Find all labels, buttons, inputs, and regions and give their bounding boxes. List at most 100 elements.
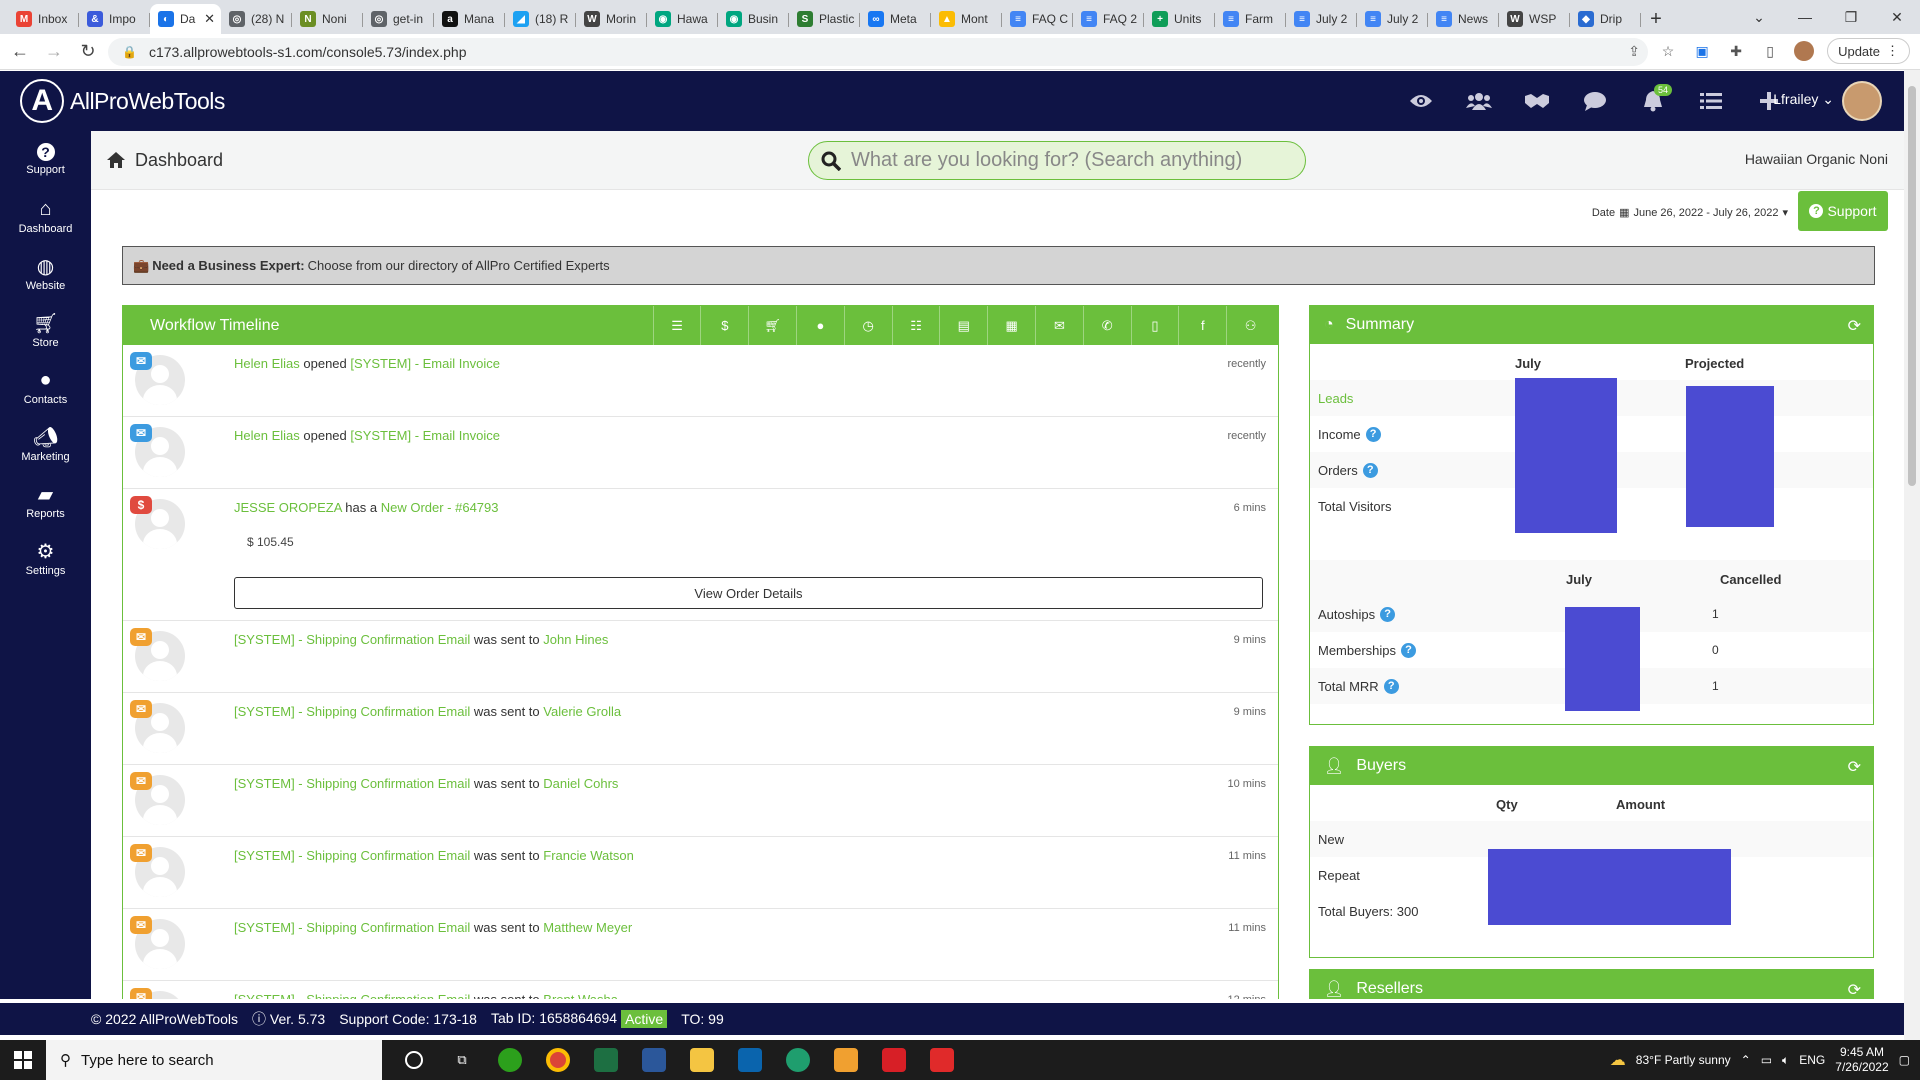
notification-center-icon[interactable]: ▢ (1899, 1053, 1910, 1067)
taskbar-search-input[interactable]: ⚲ Type here to search (46, 1040, 382, 1080)
help-icon[interactable]: ? (1383, 678, 1399, 694)
envelope-filter-icon[interactable]: ✉ (1035, 306, 1083, 345)
browser-tab[interactable]: ◎ (28) N (221, 4, 292, 34)
users-icon[interactable] (1464, 86, 1494, 116)
page-scrollbar[interactable] (1904, 70, 1920, 1080)
file-explorer-icon[interactable] (678, 1040, 726, 1080)
chat-icon[interactable] (1580, 86, 1610, 116)
sidebar-item-dashboard[interactable]: ⌂ Dashboard (0, 188, 91, 245)
help-icon[interactable]: ? (1401, 642, 1417, 658)
timeline-link[interactable]: Helen Elias (234, 428, 300, 443)
summary-row-label[interactable]: Leads (1318, 391, 1353, 406)
windows-start-icon[interactable] (0, 1040, 46, 1080)
phone-filter-icon[interactable]: ✆ (1082, 306, 1131, 345)
weather-text[interactable]: 83°F Partly sunny (1636, 1053, 1731, 1067)
mobile-filter-icon[interactable]: ▯ (1130, 306, 1179, 345)
timeline-link[interactable]: [SYSTEM] - Shipping Confirmation Email (234, 632, 470, 647)
table-filter-icon[interactable]: ▦ (987, 306, 1035, 345)
browser-tab[interactable]: N Noni (292, 4, 363, 34)
logo[interactable]: A AllProWebTools (20, 79, 225, 123)
browser-tab[interactable]: ≡ July 2 (1357, 4, 1428, 34)
timeline-link[interactable]: [SYSTEM] - Shipping Confirmation Email (234, 776, 470, 791)
chrome-icon[interactable] (534, 1040, 582, 1080)
excel-icon[interactable] (582, 1040, 630, 1080)
facebook-filter-icon[interactable]: f (1178, 306, 1226, 345)
tab-search-icon[interactable]: ⌄ (1736, 0, 1782, 34)
url-field[interactable]: 🔒 c173.allprowebtools-s1.com/console5.73… (108, 38, 1648, 66)
close-tab-icon[interactable]: ✕ (204, 11, 215, 27)
dollar-filter-icon[interactable]: $ (700, 306, 748, 345)
sidebar-item-website[interactable]: ◍ Website (0, 245, 91, 302)
browser-tab[interactable]: ≡ News (1428, 4, 1499, 34)
newspaper-filter-icon[interactable]: ▤ (939, 306, 987, 345)
forward-icon[interactable]: → (40, 38, 68, 66)
word-icon[interactable] (630, 1040, 678, 1080)
browser-tab[interactable]: ≡ FAQ C (1002, 4, 1073, 34)
maximize-icon[interactable]: ❐ (1828, 0, 1874, 34)
sidebar-item-settings[interactable]: ⚙ Settings (0, 530, 91, 587)
refresh-icon[interactable]: ⟳ (1848, 757, 1861, 777)
timeline-link[interactable]: John Hines (543, 632, 608, 647)
update-button[interactable]: Update ⋮ (1827, 38, 1910, 64)
timeline-link[interactable]: Matthew Meyer (543, 920, 632, 935)
comment-filter-icon[interactable]: ● (796, 306, 844, 345)
timeline-link[interactable]: [SYSTEM] - Shipping Confirmation Email (234, 848, 470, 863)
timeline-link[interactable]: [SYSTEM] - Shipping Confirmation Email (234, 992, 470, 999)
group-filter-icon[interactable]: ⚇ (1226, 306, 1274, 345)
sidebar-item-contacts[interactable]: ● Contacts (0, 359, 91, 416)
sticky-app-icon[interactable] (822, 1040, 870, 1080)
browser-tab[interactable]: ◆ Drip (1570, 4, 1641, 34)
timeline-link[interactable]: [SYSTEM] - Shipping Confirmation Email (234, 704, 470, 719)
bell-icon[interactable]: 54 (1638, 84, 1672, 116)
support-button[interactable]: ? Support (1798, 191, 1888, 231)
timeline-link[interactable]: Valerie Grolla (543, 704, 621, 719)
timeline-link[interactable]: [SYSTEM] - Email Invoice (350, 428, 500, 443)
sidebar-item-reports[interactable]: ▰ Reports (0, 473, 91, 530)
sidebar-item-support[interactable]: ? Support (0, 131, 91, 188)
timeline-link[interactable]: Francie Watson (543, 848, 634, 863)
timeline-link[interactable]: [SYSTEM] - Email Invoice (350, 356, 500, 371)
clock[interactable]: 9:45 AM 7/26/2022 (1835, 1045, 1888, 1075)
timeline-link[interactable]: Daniel Cohrs (543, 776, 618, 791)
sidepanel-icon[interactable]: ▯ (1759, 40, 1781, 62)
tasks-icon[interactable] (1696, 86, 1726, 116)
help-icon[interactable]: ? (1362, 462, 1378, 478)
timeline-link[interactable]: [SYSTEM] - Shipping Confirmation Email (234, 920, 470, 935)
eye-icon[interactable] (1406, 86, 1436, 116)
acrobat-icon[interactable] (870, 1040, 918, 1080)
browser-tab[interactable]: ≡ July 2 (1286, 4, 1357, 34)
timeline-link[interactable]: New Order - #64793 (381, 500, 499, 515)
clock-filter-icon[interactable]: ◷ (843, 306, 892, 345)
list-filter-icon[interactable]: ☰ (652, 306, 701, 345)
browser-tab[interactable]: ◎ get-in (363, 4, 434, 34)
new-tab-button[interactable]: + (1641, 4, 1671, 34)
share-icon[interactable]: ⇪ (1623, 40, 1645, 62)
help-icon[interactable]: ? (1380, 606, 1396, 622)
user-avatar[interactable] (1842, 81, 1882, 121)
quickbooks-icon[interactable] (486, 1040, 534, 1080)
edge-icon[interactable] (774, 1040, 822, 1080)
browser-tab[interactable]: ◉ Busin (718, 4, 789, 34)
timeline-link[interactable]: Brent Washa (543, 992, 618, 999)
browser-tab[interactable]: ▲ Mont (931, 4, 1002, 34)
expert-banner[interactable]: 💼 Need a Business Expert: Choose from ou… (122, 246, 1875, 285)
browser-tab[interactable]: ◢ (18) R (505, 4, 576, 34)
timeline-link[interactable]: Helen Elias (234, 356, 300, 371)
view-order-button[interactable]: View Order Details (234, 577, 1263, 609)
browser-tab[interactable]: W Morin (576, 4, 647, 34)
extension-icon[interactable]: ▣ (1691, 40, 1713, 62)
scrollbar-thumb[interactable] (1908, 86, 1916, 486)
browser-tab[interactable]: ◉ Hawa (647, 4, 718, 34)
browser-tab[interactable]: M Inbox (8, 4, 79, 34)
close-window-icon[interactable]: ✕ (1874, 0, 1920, 34)
chevron-up-icon[interactable]: ⌃ (1741, 1053, 1751, 1067)
bookmark-star-icon[interactable]: ☆ (1657, 40, 1679, 62)
help-icon[interactable]: ? (1365, 426, 1381, 442)
sidebar-item-store[interactable]: 🛒︎ Store (0, 302, 91, 359)
browser-tab[interactable]: W WSP (1499, 4, 1570, 34)
back-icon[interactable]: ← (6, 38, 34, 66)
profile-avatar-icon[interactable] (1793, 40, 1815, 62)
minimize-icon[interactable]: — (1782, 0, 1828, 34)
browser-tab[interactable]: ◐ Da ✕ (150, 4, 221, 34)
user-menu[interactable]: Lfrailey ⌄ (1773, 91, 1834, 108)
